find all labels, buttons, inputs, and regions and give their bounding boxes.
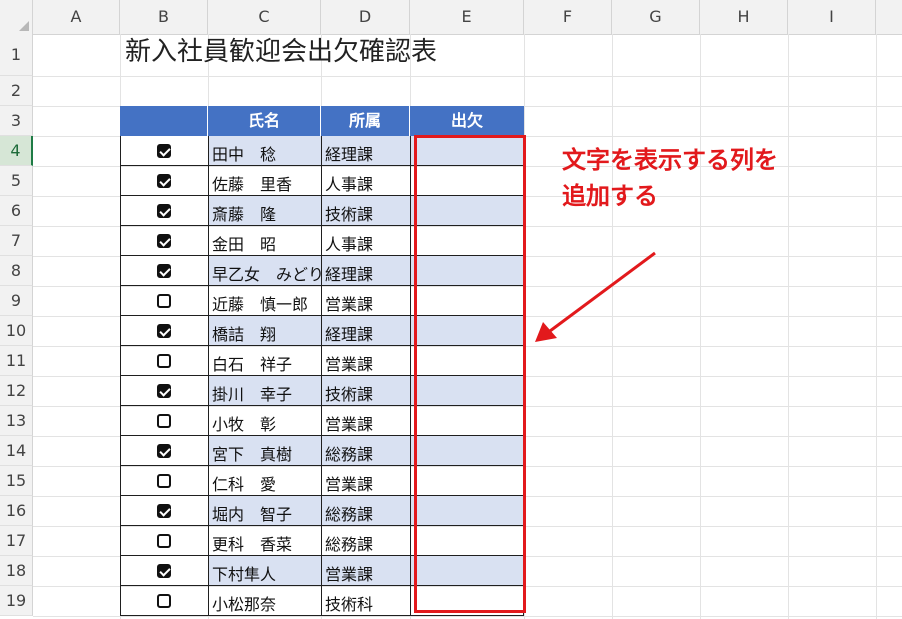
- annotation-line2: 追加する: [562, 182, 658, 210]
- annotation-line1: 文字を表示する列を: [562, 146, 778, 174]
- arrow-icon: [535, 251, 656, 342]
- spreadsheet: ABCDEFGHI 1 2 3 4 5 6 7 8 9 10 11 12 13 14 15 16 17 18 19 …: [0, 0, 902, 619]
- annotation-text: 文字を表示する列を 追加する: [562, 142, 778, 214]
